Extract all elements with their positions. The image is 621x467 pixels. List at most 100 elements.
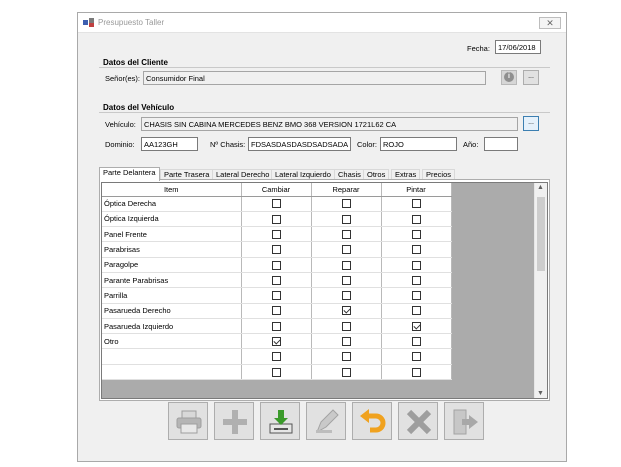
reparar-checkbox[interactable]	[341, 199, 351, 209]
reparar-checkbox[interactable]	[341, 291, 351, 301]
title-bar[interactable]: Presupuesto Taller ✕	[78, 13, 566, 33]
pintar-checkbox[interactable]	[411, 230, 421, 239]
cliente-group-divider	[99, 67, 550, 68]
tab-parte-delantera[interactable]: Parte Delantera	[99, 167, 160, 181]
pintar-checkbox[interactable]	[411, 306, 421, 316]
item-cell[interactable]: Óptica Derecha	[102, 196, 242, 212]
table-row[interactable]: Óptica Derecha	[102, 196, 452, 212]
scroll-up-icon[interactable]: ▲	[537, 184, 544, 191]
cambiar-checkbox[interactable]	[271, 352, 281, 362]
dominio-field[interactable]: AA123GH	[141, 137, 198, 151]
cambiar-checkbox[interactable]	[271, 230, 281, 239]
table-row[interactable]	[102, 348, 452, 365]
item-cell[interactable]: Pasarueda Izquierdo	[102, 318, 242, 335]
cambiar-checkbox[interactable]	[271, 306, 281, 316]
table-row[interactable]: Parabrisas	[102, 241, 452, 258]
table-row[interactable]: Otro	[102, 333, 452, 350]
pintar-cell	[381, 211, 452, 228]
item-cell[interactable]: Paragolpe	[102, 257, 242, 273]
column-header-item[interactable]: Item	[102, 183, 242, 197]
exit-button[interactable]	[444, 402, 484, 440]
reparar-checkbox[interactable]	[341, 245, 351, 255]
cambiar-checkbox[interactable]	[271, 214, 281, 224]
info-button[interactable]: i	[501, 70, 517, 85]
cambiar-checkbox[interactable]	[271, 245, 281, 255]
vehiculo-lookup-button[interactable]: ...	[523, 116, 539, 131]
scroll-down-icon[interactable]: ▼	[537, 390, 544, 397]
vehiculo-field[interactable]: CHASIS SIN CABINA MERCEDES BENZ BMO 368 …	[141, 117, 518, 131]
cambiar-checkbox[interactable]	[271, 291, 281, 301]
reparar-checkbox[interactable]	[341, 230, 351, 239]
table-row[interactable]: Óptica Izquierda	[102, 211, 452, 228]
save-button[interactable]	[260, 402, 300, 440]
cambiar-cell	[241, 211, 312, 228]
table-row[interactable]: Paragolpe	[102, 257, 452, 273]
reparar-checkbox[interactable]	[341, 275, 351, 285]
delete-button[interactable]	[398, 402, 438, 440]
item-cell[interactable]: Parrilla	[102, 287, 242, 304]
grid-scrollbar[interactable]: ▲ ▼	[534, 183, 547, 398]
add-button[interactable]	[214, 402, 254, 440]
pintar-checkbox[interactable]	[411, 245, 421, 255]
table-row[interactable]: Panel Frente	[102, 226, 452, 243]
table-row[interactable]: Pasarueda Derecho	[102, 303, 452, 319]
printer-icon	[176, 410, 202, 434]
pintar-checkbox[interactable]	[411, 199, 421, 209]
pintar-checkbox[interactable]	[411, 337, 421, 347]
item-cell[interactable]	[102, 348, 242, 365]
cambiar-cell	[241, 241, 312, 258]
pintar-checkbox[interactable]	[411, 367, 421, 377]
reparar-cell	[311, 196, 382, 212]
chasis-field[interactable]: FDSASDASDASDSADSADA	[248, 137, 351, 151]
cambiar-checkbox[interactable]	[271, 367, 281, 377]
item-cell[interactable]: Óptica Izquierda	[102, 211, 242, 228]
print-button[interactable]	[168, 402, 208, 440]
reparar-checkbox[interactable]	[341, 352, 351, 362]
cambiar-checkbox[interactable]	[271, 337, 281, 347]
color-label: Color:	[357, 140, 378, 149]
reparar-checkbox[interactable]	[341, 214, 351, 224]
grid-body: Óptica Derecha Óptica Izquierda Panel Fren…	[102, 196, 452, 381]
cambiar-checkbox[interactable]	[271, 275, 281, 285]
reparar-checkbox[interactable]	[341, 306, 351, 316]
item-cell[interactable]: Parante Parabrisas	[102, 272, 242, 289]
cambiar-checkbox[interactable]	[271, 199, 281, 209]
scroll-thumb[interactable]	[537, 197, 545, 271]
cambiar-checkbox[interactable]	[271, 260, 281, 270]
reparar-checkbox[interactable]	[341, 337, 351, 347]
anio-field[interactable]	[484, 137, 518, 151]
cambiar-cell	[241, 303, 312, 319]
reparar-checkbox[interactable]	[341, 260, 351, 270]
close-button[interactable]: ✕	[539, 17, 561, 29]
download-icon	[269, 410, 293, 434]
pintar-checkbox[interactable]	[411, 260, 421, 270]
cliente-lookup-button[interactable]: ...	[523, 70, 539, 85]
pintar-checkbox[interactable]	[411, 291, 421, 301]
pintar-checkbox[interactable]	[411, 275, 421, 285]
item-cell[interactable]: Panel Frente	[102, 226, 242, 243]
edit-button[interactable]	[306, 402, 346, 440]
table-row[interactable]: Parrilla	[102, 287, 452, 304]
item-cell[interactable]: Pasarueda Derecho	[102, 303, 242, 319]
table-row[interactable]	[102, 364, 452, 381]
pintar-checkbox[interactable]	[411, 321, 421, 331]
fecha-field[interactable]: 17/06/2018	[495, 40, 541, 54]
undo-button[interactable]	[352, 402, 392, 440]
color-field[interactable]: ROJO	[380, 137, 457, 151]
vehiculo-label: Vehículo:	[105, 120, 136, 129]
cambiar-checkbox[interactable]	[271, 321, 281, 331]
pintar-checkbox[interactable]	[411, 214, 421, 224]
senores-field[interactable]: Consumidor Final	[143, 71, 486, 85]
reparar-checkbox[interactable]	[341, 321, 351, 331]
column-header-cambiar[interactable]: Cambiar	[241, 183, 312, 197]
table-row[interactable]: Pasarueda Izquierdo	[102, 318, 452, 335]
column-header-reparar[interactable]: Reparar	[311, 183, 382, 197]
table-row[interactable]: Parante Parabrisas	[102, 272, 452, 289]
cambiar-cell	[241, 287, 312, 304]
column-header-pintar[interactable]: Pintar	[381, 183, 452, 197]
item-cell[interactable]: Otro	[102, 333, 242, 350]
pintar-checkbox[interactable]	[411, 352, 421, 362]
item-cell[interactable]: Parabrisas	[102, 241, 242, 258]
item-cell[interactable]	[102, 364, 242, 381]
reparar-checkbox[interactable]	[341, 367, 351, 377]
